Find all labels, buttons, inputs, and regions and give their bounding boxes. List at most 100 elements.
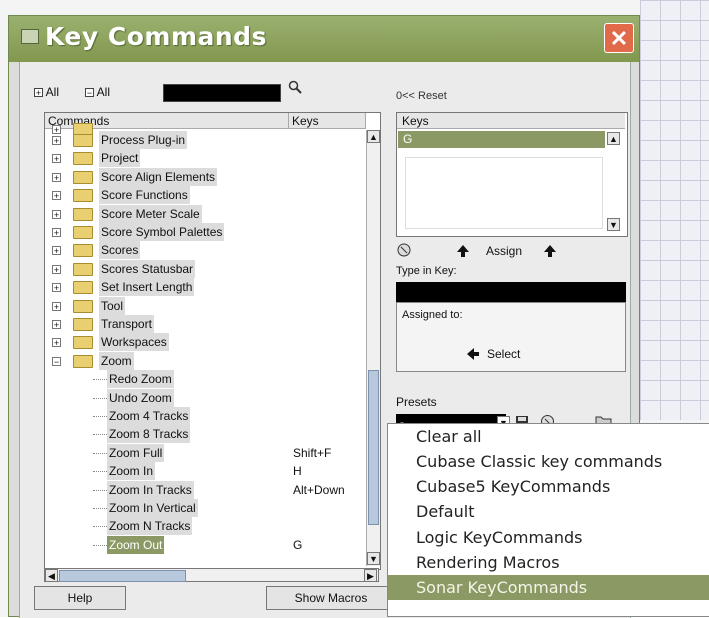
tree-folder-row[interactable]: + Score Meter Scale [45, 205, 365, 223]
tree-command-row[interactable]: Zoom In Vertical [45, 499, 365, 517]
folder-icon [73, 226, 93, 239]
type-in-key-input[interactable] [396, 282, 626, 302]
select-button[interactable]: Select [487, 347, 520, 361]
tree-folder-row[interactable]: + Tool [45, 297, 365, 315]
help-button[interactable]: Help [34, 586, 126, 610]
expand-toggle-icon[interactable]: + [52, 246, 61, 256]
scroll-right-icon[interactable]: ▶ [364, 569, 377, 582]
expand-toggle-icon[interactable]: + [52, 191, 61, 201]
tree-connector [93, 416, 107, 417]
collapse-all-label: All [96, 85, 111, 99]
tree-command-key: H [293, 464, 302, 478]
expand-toggle-icon[interactable]: + [52, 283, 61, 293]
tree-folder-label: Process Plug-in [99, 131, 188, 149]
preset-option[interactable]: Sonar KeyCommands [388, 575, 709, 600]
tree-connector [93, 545, 107, 546]
type-in-key-label: Type in Key: [396, 265, 457, 277]
scroll-left-icon[interactable]: ◀ [45, 569, 58, 582]
expand-toggle-icon[interactable]: + [52, 265, 61, 275]
expand-toggle-icon[interactable]: + [52, 154, 61, 164]
preset-option[interactable]: Default [388, 499, 709, 524]
assigned-to-label: Assigned to: [402, 309, 463, 321]
expand-toggle-icon[interactable]: + [52, 210, 61, 220]
tree-folder-row[interactable]: + Score Symbol Palettes [45, 223, 365, 241]
collapse-all-button[interactable]: − All [85, 85, 110, 99]
expand-toggle-icon[interactable]: + [52, 302, 61, 312]
tree-command-row[interactable]: Zoom 4 Tracks [45, 407, 365, 425]
expand-all-button[interactable]: + All [34, 85, 59, 99]
keys-list-empty-area [405, 157, 603, 229]
expand-toggle-icon[interactable]: + [52, 320, 61, 330]
tree-folder-label: Score Align Elements [99, 168, 218, 186]
vertical-scrollbar[interactable]: ▲ ▼ [366, 130, 380, 566]
tree-folder-row[interactable]: + Set Insert Length [45, 278, 365, 296]
keys-list-selected-item[interactable]: G [398, 131, 605, 148]
search-icon[interactable] [288, 80, 302, 94]
minus-box-icon: − [85, 88, 94, 99]
folder-icon [73, 189, 93, 202]
tree-command-label: Zoom 4 Tracks [107, 407, 191, 425]
folder-icon [73, 281, 93, 294]
tree-folder-row[interactable]: + Scores [45, 241, 365, 259]
tree-folder-label: Project [99, 149, 141, 167]
commands-list[interactable]: Commands Keys + + Process Plug-in + Project… [44, 112, 381, 570]
tree-folder-row[interactable]: − Zoom [45, 352, 365, 370]
tree-command-label: Zoom 8 Tracks [107, 425, 191, 443]
keys-scroll-up-icon[interactable]: ▲ [607, 132, 620, 145]
search-input[interactable] [163, 84, 281, 102]
tree-folder-row[interactable]: + Project [45, 149, 365, 167]
project-grid-background [640, 0, 709, 420]
tree-command-row[interactable]: Undo Zoom [45, 389, 365, 407]
preset-option[interactable]: Rendering Macros [388, 550, 709, 575]
tree-command-row[interactable]: Zoom In Tracks Alt+Down [45, 481, 365, 499]
tree-command-row[interactable]: Zoom Out G [45, 536, 365, 554]
scroll-down-icon[interactable]: ▼ [367, 552, 380, 565]
preset-option[interactable]: Clear all [388, 424, 709, 449]
presets-dropdown-menu: Clear all Cubase Classic key commands Cuba… [387, 423, 709, 617]
tree-connector [93, 434, 107, 435]
show-macros-button[interactable]: Show Macros [266, 586, 396, 610]
keys-scroll-down-icon[interactable]: ▼ [607, 218, 620, 231]
expand-toggle-icon[interactable]: + [52, 228, 61, 238]
tree-command-row[interactable]: Zoom Full Shift+F [45, 444, 365, 462]
collapse-toggle-icon[interactable]: − [52, 357, 61, 367]
close-button[interactable]: ✕ [604, 23, 634, 53]
tree-command-row[interactable]: Redo Zoom [45, 370, 365, 388]
scroll-up-icon[interactable]: ▲ [367, 130, 380, 143]
reset-button[interactable]: 0<< Reset [396, 90, 447, 102]
preset-option[interactable]: Cubase Classic key commands [388, 449, 709, 474]
horizontal-scroll-thumb[interactable] [59, 570, 186, 582]
window-title: Key Commands [45, 22, 267, 51]
title-bar[interactable]: Key Commands ✕ [9, 16, 639, 62]
tree-connector [93, 471, 107, 472]
preset-option[interactable]: Logic KeyCommands [388, 525, 709, 550]
tree-command-row[interactable]: Zoom N Tracks [45, 517, 365, 535]
tree-command-row[interactable]: Zoom 8 Tracks [45, 425, 365, 443]
horizontal-scrollbar[interactable]: ◀ ▶ [44, 568, 379, 582]
tree-connector [93, 398, 107, 399]
expand-toggle-icon[interactable]: + [52, 173, 61, 183]
tree-folder-row[interactable]: + Process Plug-in [45, 131, 365, 149]
tree-folder-row[interactable]: + Scores Statusbar [45, 260, 365, 278]
expand-all-label: All [45, 85, 60, 99]
tree-command-key: Alt+Down [293, 483, 345, 497]
tree-folder-label: Score Symbol Palettes [99, 223, 225, 241]
tree-folder-label: Tool [99, 297, 126, 315]
assign-button[interactable]: Assign [486, 244, 522, 258]
tree-folder-row[interactable]: + Score Functions [45, 186, 365, 204]
expand-toggle-icon[interactable]: + [52, 136, 61, 146]
keys-list[interactable]: Keys G ▲ ▼ [396, 112, 628, 237]
tree-folder-label: Transport [99, 315, 154, 333]
tree-command-row[interactable]: Zoom In H [45, 462, 365, 480]
keys-list-header: Keys [397, 113, 625, 129]
tree-folder-row[interactable]: + Workspaces [45, 333, 365, 351]
tree-folder-row[interactable]: + Transport [45, 315, 365, 333]
delete-key-icon[interactable] [396, 242, 412, 258]
tree-folder-label: Scores [99, 241, 141, 259]
tree-folder-label: Score Functions [99, 186, 190, 204]
expand-toggle-icon[interactable]: + [52, 338, 61, 348]
tree-command-key: Shift+F [293, 446, 332, 460]
vertical-scroll-thumb[interactable] [368, 370, 379, 525]
tree-folder-row[interactable]: + Score Align Elements [45, 168, 365, 186]
preset-option[interactable]: Cubase5 KeyCommands [388, 474, 709, 499]
